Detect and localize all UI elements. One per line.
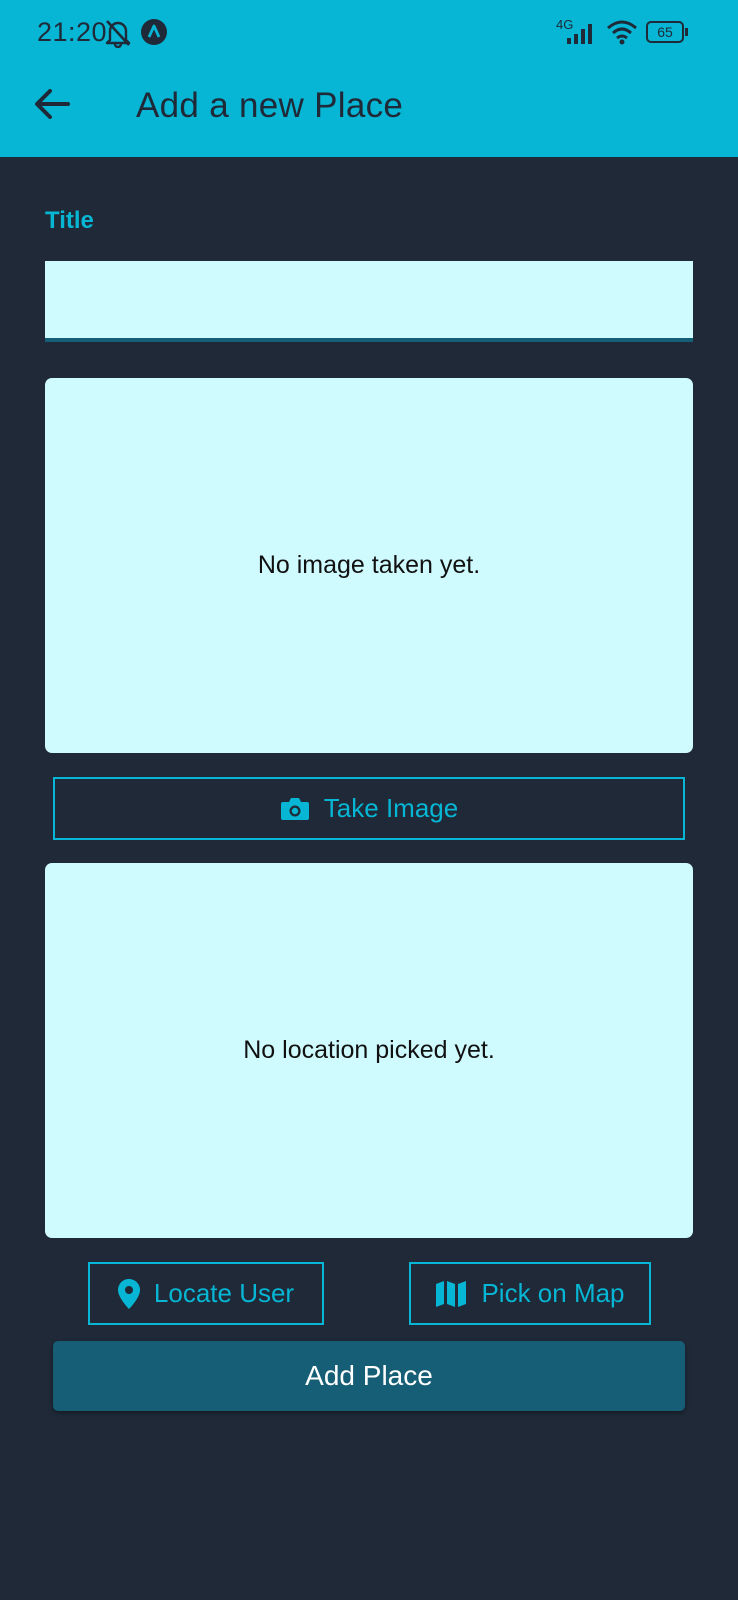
- camera-icon: [280, 797, 309, 820]
- signal-icon: [567, 24, 592, 44]
- battery-icon: 65: [646, 21, 688, 43]
- status-time: 21:20: [37, 17, 108, 47]
- location-pin-icon: [117, 1278, 140, 1309]
- locate-user-label: Locate User: [153, 1278, 295, 1308]
- take-image-label: Take Image: [323, 793, 459, 823]
- app-notification-icon: [141, 19, 167, 45]
- pick-on-map-label: Pick on Map: [481, 1278, 625, 1308]
- take-image-button[interactable]: Take Image: [53, 777, 685, 840]
- app-bar: 21:20 4G 65 Add a new Place: [0, 0, 738, 157]
- page-title: Add a new Place: [136, 86, 404, 125]
- location-preview: No location picked yet.: [45, 863, 693, 1238]
- add-place-label: Add Place: [305, 1360, 433, 1391]
- wifi-icon: [607, 20, 637, 45]
- location-preview-text: No location picked yet.: [243, 1036, 495, 1064]
- status-bar: 21:20 4G 65: [0, 0, 738, 66]
- add-place-button[interactable]: Add Place: [53, 1341, 685, 1411]
- arrow-back-icon[interactable]: [28, 80, 76, 128]
- map-icon: [436, 1280, 467, 1307]
- bell-off-icon: [105, 20, 131, 48]
- image-preview: No image taken yet.: [45, 378, 693, 753]
- title-input[interactable]: [45, 261, 693, 342]
- image-preview-text: No image taken yet.: [257, 551, 481, 579]
- pick-on-map-button[interactable]: Pick on Map: [409, 1262, 651, 1325]
- title-label: Title: [45, 207, 94, 234]
- battery-level: 65: [646, 21, 684, 43]
- locate-user-button[interactable]: Locate User: [88, 1262, 324, 1325]
